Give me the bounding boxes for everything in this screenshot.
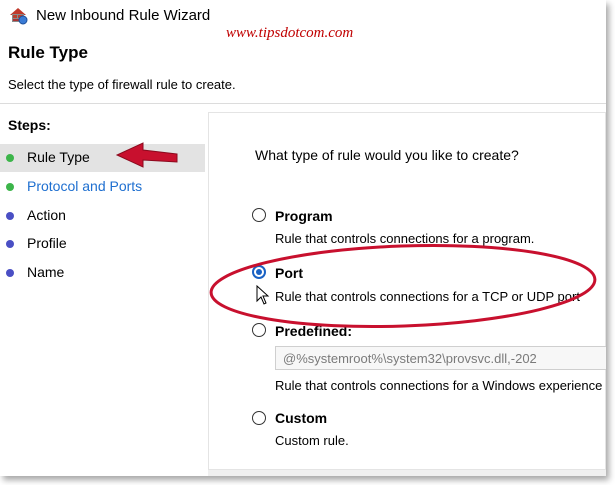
watermark-text: www.tipsdotcom.com <box>226 25 354 41</box>
step-label: Rule Type <box>27 149 90 165</box>
option-custom-description: Custom rule. <box>275 433 349 448</box>
option-program-description: Rule that controls connections for a pro… <box>275 231 535 246</box>
step-bullet-icon <box>6 269 14 277</box>
step-bullet-icon <box>6 240 14 248</box>
option-port-title[interactable]: Port <box>275 265 303 281</box>
option-program-title[interactable]: Program <box>275 208 333 224</box>
page-subtitle: Select the type of firewall rule to crea… <box>8 77 236 92</box>
option-predefined-title[interactable]: Predefined: <box>275 323 352 339</box>
wizard-window: New Inbound Rule Wizard Rule Type Select… <box>0 0 606 476</box>
step-label: Profile <box>27 235 67 251</box>
step-protocol-and-ports[interactable]: Protocol and Ports <box>0 173 205 201</box>
option-port-description: Rule that controls connections for a TCP… <box>275 289 580 304</box>
window-title: New Inbound Rule Wizard <box>36 7 211 24</box>
step-name[interactable]: Name <box>0 259 205 287</box>
option-predefined-description: Rule that controls connections for a Win… <box>275 378 603 393</box>
main-content: What type of rule would you like to crea… <box>208 112 606 476</box>
content-panel: What type of rule would you like to crea… <box>208 112 606 470</box>
step-action[interactable]: Action <box>0 202 205 230</box>
step-bullet-icon <box>6 183 14 191</box>
step-bullet-icon <box>6 154 14 162</box>
page-title: Rule Type <box>8 43 88 62</box>
step-profile[interactable]: Profile <box>0 230 205 258</box>
option-custom-title[interactable]: Custom <box>275 410 327 426</box>
radio-predefined[interactable] <box>252 323 266 337</box>
firewall-shield-icon <box>10 8 28 25</box>
step-label: Name <box>27 264 65 280</box>
step-label: Protocol and Ports <box>27 178 143 194</box>
radio-port[interactable] <box>252 265 266 279</box>
radio-program[interactable] <box>252 208 266 222</box>
step-bullet-icon <box>6 212 14 220</box>
predefined-rule-select: @%systemroot%\system32\provsvc.dll,-202 <box>275 346 606 370</box>
steps-sidebar: Steps: Rule Type Protocol and Ports Acti… <box>0 104 208 476</box>
radio-custom[interactable] <box>252 411 266 425</box>
steps-label: Steps: <box>8 117 51 133</box>
step-label: Action <box>27 207 66 223</box>
rule-type-question: What type of rule would you like to crea… <box>255 147 519 163</box>
step-rule-type[interactable]: Rule Type <box>0 144 205 172</box>
predefined-rule-value: @%systemroot%\system32\provsvc.dll,-202 <box>283 351 537 366</box>
